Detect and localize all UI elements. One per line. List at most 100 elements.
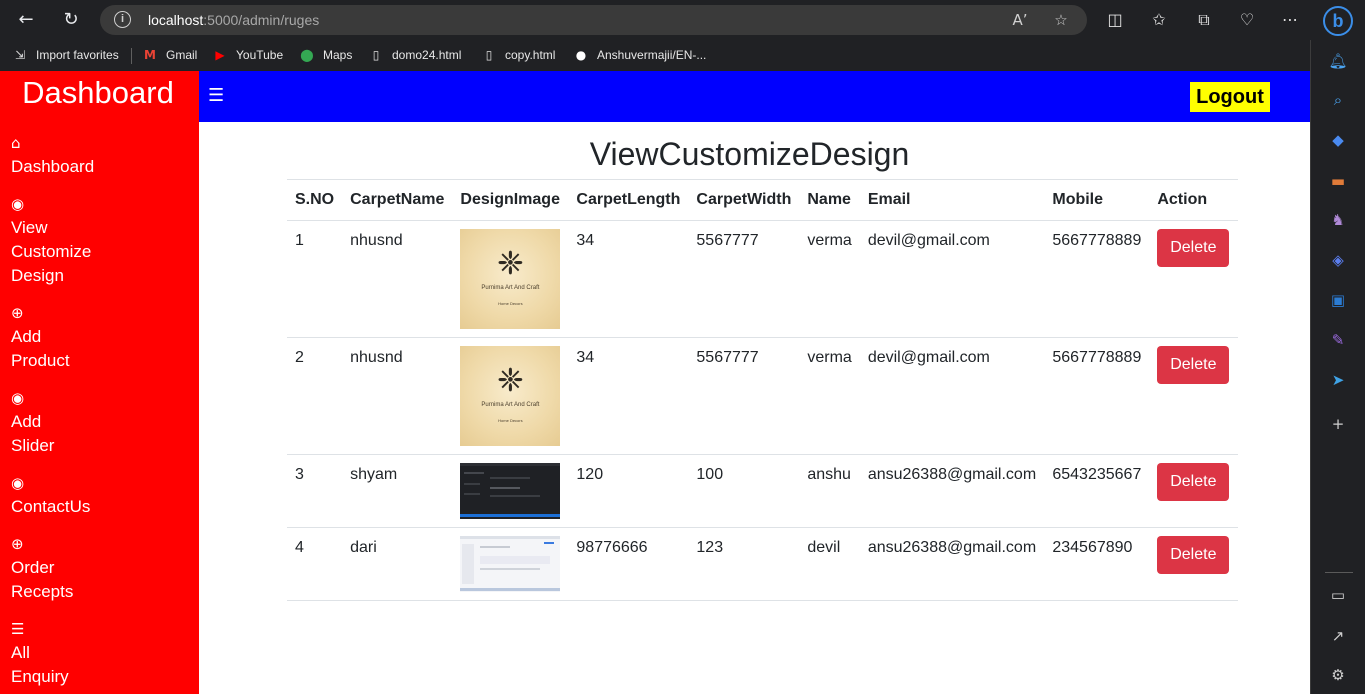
cell-carpet-name: nhusnd	[342, 220, 453, 338]
col-header-sno: S.NO	[287, 179, 343, 221]
cell-carpet-name: shyam	[342, 454, 453, 528]
url-text: localhost:5000/admin/ruges	[148, 12, 320, 28]
sidebar-brand[interactable]: Dashboard	[0, 75, 196, 111]
bookmark-domo24[interactable]: ▯ domo24.html	[368, 45, 462, 65]
bookmark-import-favorites[interactable]: ⇲ Import favorites	[12, 45, 119, 65]
list-icon: ☰	[11, 620, 25, 638]
browser-essentials-icon[interactable]: ♡	[1237, 10, 1257, 30]
site-info-icon[interactable]: i	[114, 11, 131, 28]
file-icon: ▯	[485, 48, 493, 62]
mandala-logo-icon: ❈	[496, 244, 524, 282]
home-icon: ⌂	[11, 134, 21, 152]
sidebar-item-view-customize-design[interactable]: ◉ View Customize Design	[11, 194, 191, 288]
refresh-icon[interactable]: ↻	[59, 8, 83, 32]
favorites-icon[interactable]: ✩	[1149, 10, 1169, 30]
delete-button[interactable]: Delete	[1157, 463, 1230, 501]
split-screen-icon[interactable]: ◫	[1105, 10, 1125, 30]
screenshot-line	[490, 487, 521, 489]
col-header-carpet-name: CarpetName	[342, 179, 453, 221]
table-header-row: S.NO CarpetName DesignImage CarpetLength…	[287, 179, 1238, 221]
cell-email: ansu26388@gmail.com	[859, 527, 1045, 601]
screenshot-button	[544, 542, 555, 544]
cell-sno: 1	[287, 220, 343, 338]
logo-subcaption: Home Decors	[498, 418, 523, 423]
github-icon: ●	[575, 48, 587, 62]
open-external-icon[interactable]: ↗	[1327, 625, 1349, 647]
designs-table: S.NO CarpetName DesignImage CarpetLength…	[287, 179, 1238, 601]
cell-carpet-length: 120	[568, 454, 689, 528]
cell-design-image: ❈ Purnima Art And Craft Home Decors	[452, 337, 569, 455]
edge-sidebar: 🔔︎ ⌕ ◆ ▬ ♞ ◈ ▣ ✎ ➤ + ▭ ↗ ⚙	[1310, 40, 1365, 694]
cell-name: verma	[799, 220, 860, 338]
plus-circle-icon: ⊕	[11, 304, 24, 322]
search-icon[interactable]: ⌕	[1327, 89, 1349, 111]
sidebar-item-contactus[interactable]: ◉ ContactUs	[11, 473, 191, 519]
notification-bell-icon[interactable]: 🔔︎	[1327, 50, 1349, 72]
screenshot-titlebar	[460, 463, 561, 466]
sidebar-item-order-recepts[interactable]: ⊕ Order Recepts	[11, 534, 191, 604]
delete-button[interactable]: Delete	[1157, 536, 1230, 574]
eye-icon: ◉	[11, 474, 25, 492]
bookmark-gmail[interactable]: M Gmail	[142, 45, 197, 65]
more-options-icon[interactable]: ⋯	[1280, 10, 1300, 30]
bookmarks-bar: ⇲ Import favorites M Gmail ▶ YouTube ⬤ M…	[0, 40, 1310, 71]
add-icon[interactable]: +	[1327, 413, 1349, 435]
sidebar-item-dashboard[interactable]: ⌂ Dashboard	[11, 133, 191, 179]
bookmark-copy[interactable]: ▯ copy.html	[481, 45, 556, 65]
screenshot-titlebar	[460, 536, 561, 539]
youtube-icon: ▶	[215, 48, 225, 62]
screenshot-taskbar	[460, 514, 561, 517]
bookmark-maps[interactable]: ⬤ Maps	[299, 45, 352, 65]
table-row: 3 shyam 120 100 anshu ansu26388@gmail.co…	[287, 454, 1238, 528]
address-bar[interactable]: i localhost:5000/admin/ruges Aʼ ☆	[100, 5, 1087, 35]
cell-carpet-width: 5567777	[688, 220, 800, 338]
favorite-star-icon[interactable]: ☆	[1051, 10, 1071, 30]
plus-circle-icon: ⊕	[11, 535, 24, 553]
col-header-email: Email	[859, 179, 1045, 221]
bookmark-github[interactable]: ● Anshuvermajii/EN-...	[573, 45, 707, 65]
shopping-tag-icon[interactable]: ◆	[1327, 129, 1349, 151]
bookmarks-divider	[131, 48, 132, 64]
hamburger-icon[interactable]: ☰	[208, 85, 224, 107]
sidebar-item-add-product[interactable]: ⊕ Add Product	[11, 303, 191, 373]
logout-button[interactable]: Logout	[1190, 82, 1270, 112]
screenshot-line	[464, 493, 481, 495]
table-row: 2 nhusnd ❈ Purnima Art And Craft Home De…	[287, 337, 1238, 455]
col-header-design-image: DesignImage	[452, 179, 569, 221]
outlook-icon[interactable]: ▣	[1327, 289, 1349, 311]
games-icon[interactable]: ♞	[1327, 209, 1349, 231]
bookmark-youtube[interactable]: ▶ YouTube	[212, 45, 283, 65]
design-image-thumbnail[interactable]: ❈ Purnima Art And Craft Home Decors	[460, 346, 561, 446]
sidebar-item-add-slider[interactable]: ◉ Add Slider	[11, 388, 191, 458]
send-icon[interactable]: ➤	[1327, 369, 1349, 391]
top-header: ☰ Logout	[199, 71, 1310, 122]
delete-button[interactable]: Delete	[1157, 229, 1230, 267]
page-title: ViewCustomizeDesign	[589, 136, 910, 172]
collections-icon[interactable]: ⧉	[1194, 10, 1214, 30]
import-icon: ⇲	[14, 48, 26, 62]
tools-briefcase-icon[interactable]: ▬	[1327, 170, 1349, 192]
cell-carpet-length: 34	[568, 337, 689, 455]
copilot-icon[interactable]: ◈	[1327, 249, 1349, 271]
col-header-mobile: Mobile	[1044, 179, 1150, 221]
design-image-screenshot[interactable]	[460, 463, 561, 519]
design-image-screenshot[interactable]	[460, 536, 561, 592]
designer-icon[interactable]: ✎	[1327, 329, 1349, 351]
delete-button[interactable]: Delete	[1157, 346, 1230, 384]
cell-name: verma	[799, 337, 860, 455]
settings-gear-icon[interactable]: ⚙	[1327, 664, 1349, 686]
maps-pin-icon: ⬤	[300, 48, 314, 62]
edge-sidebar-divider	[1325, 572, 1353, 573]
hide-sidebar-icon[interactable]: ▭	[1327, 584, 1349, 606]
col-header-carpet-length: CarpetLength	[568, 179, 689, 221]
bing-copilot-icon[interactable]: b	[1323, 6, 1353, 36]
sidebar-item-all-enquiry[interactable]: ☰ All Enquiry	[11, 619, 191, 689]
cell-carpet-name: nhusnd	[342, 337, 453, 455]
design-image-thumbnail[interactable]: ❈ Purnima Art And Craft Home Decors	[460, 229, 561, 329]
screenshot-line	[490, 477, 531, 479]
read-aloud-icon[interactable]: Aʼ	[1010, 10, 1030, 30]
eye-icon: ◉	[11, 195, 25, 213]
screenshot-taskbar	[460, 588, 561, 591]
cell-email: devil@gmail.com	[859, 220, 1045, 338]
back-arrow-icon[interactable]: ←	[14, 8, 38, 32]
